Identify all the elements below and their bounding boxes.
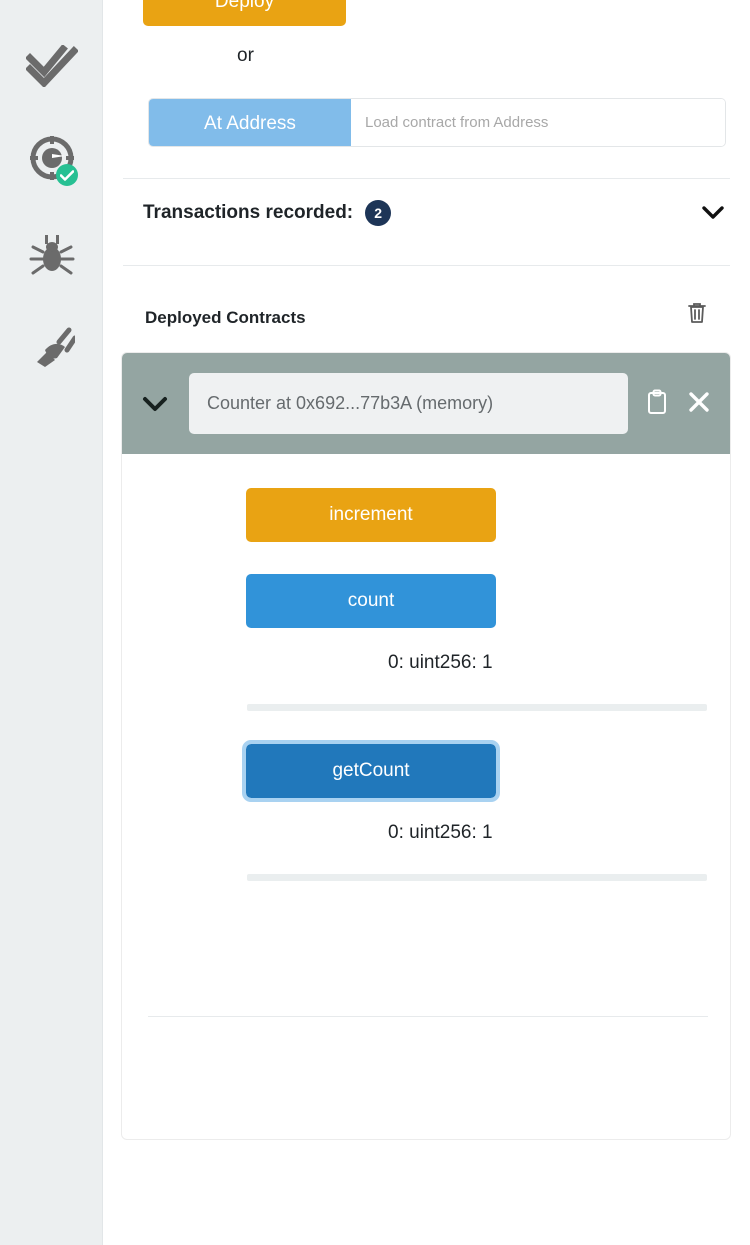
transactions-recorded-label: Transactions recorded: bbox=[143, 202, 354, 223]
divider-top bbox=[123, 178, 730, 179]
deploy-button[interactable]: Deploy bbox=[143, 0, 346, 26]
contract-instance-header: Counter at 0x692...77b3A (memory) bbox=[122, 353, 730, 454]
contract-instance-card: Counter at 0x692...77b3A (memory) increm… bbox=[121, 352, 731, 1140]
function-result-count: 0: uint256: 1 bbox=[388, 652, 493, 673]
transactions-recorded[interactable]: Transactions recorded: 2 bbox=[143, 200, 392, 226]
sidebar-item-plugin-manager[interactable] bbox=[22, 316, 82, 376]
plug-icon bbox=[29, 324, 75, 368]
function-result-getcount: 0: uint256: 1 bbox=[388, 822, 493, 843]
deployed-contracts-title: Deployed Contracts bbox=[145, 308, 306, 327]
close-instance-button[interactable] bbox=[682, 387, 716, 421]
divider-after-count bbox=[247, 704, 707, 711]
bug-icon bbox=[29, 234, 75, 278]
function-button-getcount[interactable]: getCount bbox=[242, 740, 500, 802]
at-address-row: At Address bbox=[148, 98, 726, 147]
activity-bar bbox=[0, 0, 103, 1245]
sidebar-item-deploy-run[interactable] bbox=[22, 128, 82, 188]
copy-address-button[interactable] bbox=[640, 387, 674, 421]
transactions-chevron-down-icon[interactable] bbox=[700, 200, 726, 226]
divider-after-getcount bbox=[247, 874, 707, 881]
transactions-count-badge: 2 bbox=[365, 200, 392, 226]
trash-icon bbox=[687, 301, 707, 327]
instance-chevron-down-icon[interactable] bbox=[138, 387, 172, 421]
divider-below-transactions bbox=[123, 265, 730, 266]
sidebar-item-solidity-compiler[interactable] bbox=[22, 36, 82, 96]
sidebar-item-debugger[interactable] bbox=[22, 226, 82, 286]
at-address-button[interactable]: At Address bbox=[149, 99, 351, 146]
deploy-run-panel: Deploy or At Address Transactions record… bbox=[103, 0, 750, 1245]
function-button-increment[interactable]: increment bbox=[246, 488, 496, 542]
clear-instances-button[interactable] bbox=[681, 298, 713, 330]
instance-title[interactable]: Counter at 0x692...77b3A (memory) bbox=[189, 373, 628, 434]
close-icon bbox=[688, 391, 710, 416]
status-check-badge bbox=[56, 164, 78, 186]
clipboard-icon bbox=[646, 389, 668, 418]
double-check-icon bbox=[26, 45, 78, 87]
divider-low-level bbox=[148, 1016, 708, 1017]
function-button-count[interactable]: count bbox=[246, 574, 496, 628]
or-separator-label: or bbox=[237, 45, 254, 66]
at-address-input[interactable] bbox=[351, 99, 725, 146]
